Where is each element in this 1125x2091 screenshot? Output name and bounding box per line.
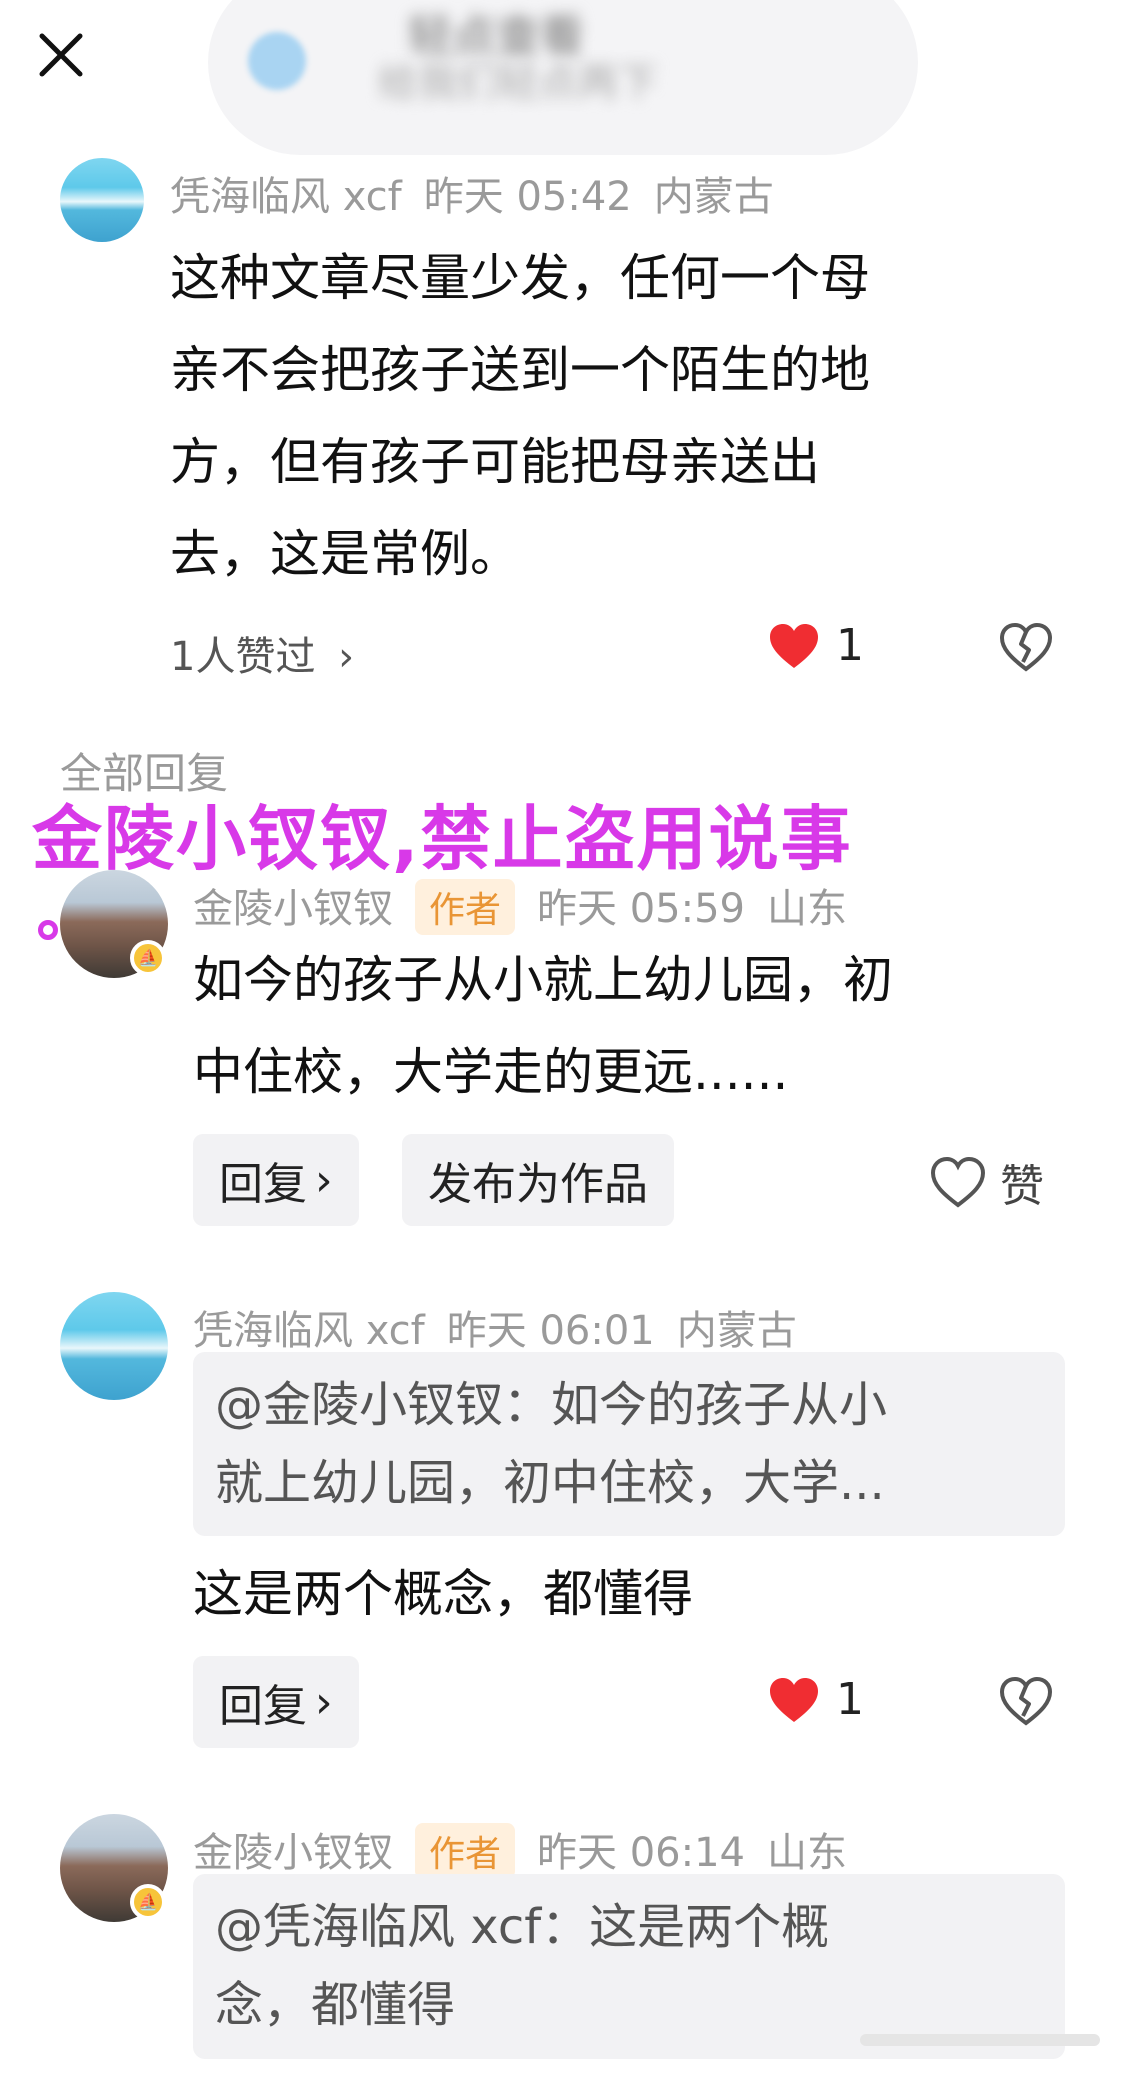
verified-badge-icon: ⛵ bbox=[130, 940, 166, 976]
dislike-icon[interactable] bbox=[999, 1676, 1053, 1726]
username[interactable]: 凭海临风 xcf bbox=[170, 174, 402, 220]
heart-filled-icon bbox=[770, 1677, 818, 1722]
comment-line: 亲不会把孩子送到一个陌生的地 bbox=[170, 341, 870, 399]
heart-filled-icon bbox=[770, 623, 818, 668]
like-label: 赞 bbox=[1000, 1161, 1044, 1212]
quote-line: 就上幼儿园，初中住校，大学... bbox=[215, 1455, 885, 1511]
timestamp: 昨天 05:42 bbox=[423, 174, 632, 220]
reply-meta: 金陵小钗钗 作者 昨天 05:59 山东 bbox=[193, 876, 869, 935]
comment-meta: 凭海临风 xcf 昨天 05:42 内蒙古 bbox=[170, 164, 796, 222]
reply-body: 这是两个概念，都懂得 bbox=[193, 1565, 693, 1623]
watermark-text: 金陵小钗钗,禁止盗用说事 bbox=[32, 798, 853, 880]
timestamp: 昨天 05:59 bbox=[537, 886, 746, 932]
timestamp: 昨天 06:01 bbox=[446, 1308, 655, 1354]
reply-body: 如今的孩子从小就上幼儿园，初 中住校，大学走的更远...... bbox=[193, 934, 1093, 1118]
reply-meta: 凭海临风 xcf 昨天 06:01 内蒙古 bbox=[193, 1298, 819, 1356]
chevron-right-icon: › bbox=[338, 634, 355, 680]
quoted-reply[interactable]: @金陵小钗钗：如今的孩子从小 就上幼儿园，初中住校，大学... bbox=[193, 1352, 1065, 1536]
comment-body: 这种文章尽量少发，任何一个母 亲不会把孩子送到一个陌生的地 方，但有孩子可能把母… bbox=[170, 232, 1070, 600]
top-banner-pill[interactable]: 轻点查看 给我们轻点两下 bbox=[208, 0, 918, 155]
reply-label: 回复 bbox=[219, 1159, 307, 1210]
location: 山东 bbox=[767, 886, 848, 932]
username[interactable]: 金陵小钗钗 bbox=[193, 886, 393, 932]
banner-icon bbox=[248, 32, 306, 90]
likes-summary-link[interactable]: 1人赞过 › bbox=[170, 624, 354, 682]
banner-subtitle: 给我们轻点两下 bbox=[378, 60, 658, 106]
verified-badge-icon: ⛵ bbox=[130, 1884, 166, 1920]
reply-meta: 金陵小钗钗 作者 昨天 06:14 山东 bbox=[193, 1820, 869, 1879]
quote-line: @凭海临风 xcf：这是两个概 bbox=[215, 1899, 830, 1955]
comment-line: 方，但有孩子可能把母亲送出 bbox=[170, 433, 820, 491]
likes-summary-text: 1人赞过 bbox=[170, 634, 316, 680]
comment-line: 去，这是常例。 bbox=[170, 525, 520, 583]
reply-line: 如今的孩子从小就上幼儿园，初 bbox=[193, 951, 893, 1009]
like-button[interactable]: 1 bbox=[768, 620, 864, 671]
quote-line: @金陵小钗钗：如今的孩子从小 bbox=[215, 1377, 888, 1433]
location: 山东 bbox=[767, 1830, 848, 1876]
author-tag: 作者 bbox=[415, 1823, 516, 1879]
comment-line: 这种文章尽量少发，任何一个母 bbox=[170, 249, 870, 307]
location: 内蒙古 bbox=[676, 1308, 797, 1354]
chevron-right-icon: › bbox=[315, 1676, 333, 1728]
username[interactable]: 金陵小钗钗 bbox=[193, 1830, 393, 1876]
chevron-right-icon: › bbox=[315, 1154, 333, 1206]
home-indicator bbox=[860, 2034, 1100, 2046]
publish-as-work-button[interactable]: 发布为作品 bbox=[402, 1134, 674, 1226]
username[interactable]: 凭海临风 xcf bbox=[193, 1308, 425, 1354]
watermark-dot bbox=[38, 920, 58, 940]
timestamp: 昨天 06:14 bbox=[537, 1830, 746, 1876]
close-button[interactable] bbox=[36, 30, 86, 80]
avatar[interactable] bbox=[60, 1292, 168, 1400]
reply-line: 中住校，大学走的更远...... bbox=[193, 1043, 789, 1101]
avatar[interactable] bbox=[60, 158, 144, 242]
like-button[interactable]: 1 bbox=[768, 1674, 864, 1725]
reply-button[interactable]: 回复 › bbox=[193, 1134, 359, 1226]
dislike-icon[interactable] bbox=[999, 622, 1053, 672]
heart-outline-icon bbox=[930, 1156, 986, 1208]
reply-label: 回复 bbox=[219, 1681, 307, 1732]
like-count: 1 bbox=[836, 1674, 864, 1725]
like-button[interactable]: 赞 bbox=[930, 1150, 1044, 1214]
reply-button[interactable]: 回复 › bbox=[193, 1656, 359, 1748]
like-count: 1 bbox=[836, 620, 864, 671]
location: 内蒙古 bbox=[653, 174, 774, 220]
author-tag: 作者 bbox=[415, 879, 516, 935]
publish-label: 发布为作品 bbox=[428, 1159, 648, 1210]
close-icon bbox=[39, 33, 83, 77]
